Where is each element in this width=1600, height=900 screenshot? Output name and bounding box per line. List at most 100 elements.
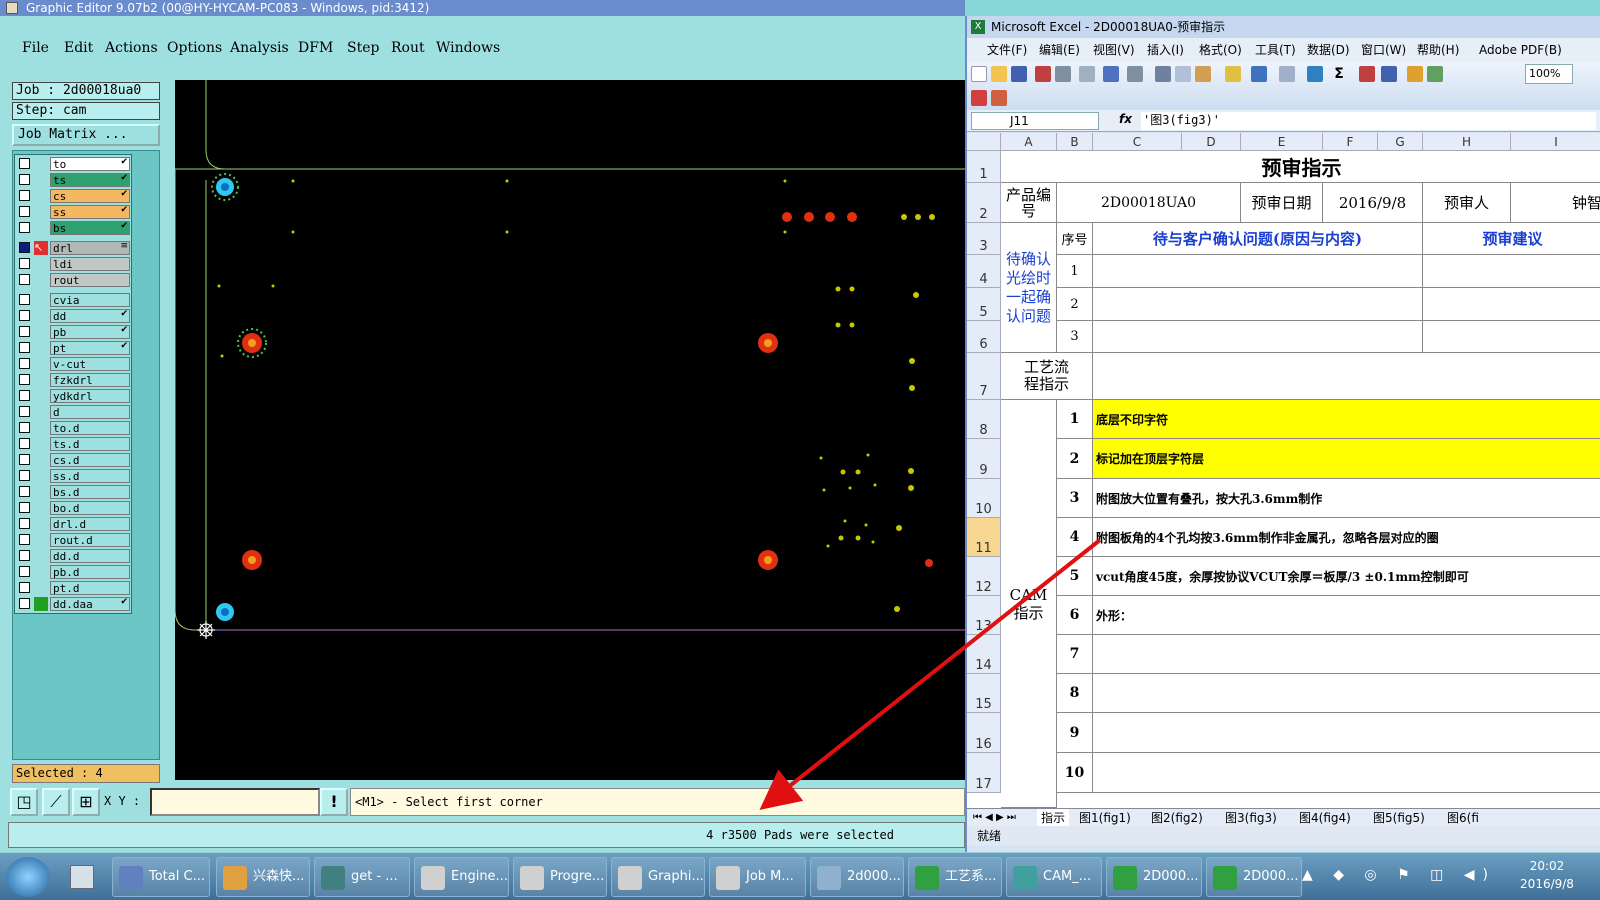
xy-input[interactable] [150,788,320,816]
layer-row-pt[interactable]: pt ✔ [17,341,131,355]
layer-affected-slot[interactable] [34,565,48,579]
layer-checkbox[interactable] [19,518,30,529]
tab-sheet-5[interactable]: 图5(fig5) [1373,809,1425,826]
select-all-corner[interactable] [967,133,1001,151]
menu-file[interactable]: File [22,40,49,56]
tab-sheet-3[interactable]: 图3(fig3) [1225,809,1277,826]
taskbar-item[interactable]: Job M... [709,857,806,897]
layer-row-drl-d[interactable]: drl.d [17,517,131,531]
layer-affected-slot[interactable] [34,469,48,483]
cam-row-text[interactable] [1093,753,1600,793]
xl-menu-adobe[interactable]: Adobe PDF(B) [1479,38,1562,62]
cam-row-text[interactable] [1093,713,1600,753]
clock[interactable]: 20:02 2016/9/8 [1502,857,1592,893]
layer-affected-slot[interactable] [34,221,48,235]
layer-checkbox[interactable] [19,534,30,545]
col-header-c[interactable]: C [1093,133,1182,151]
layer-affected-slot[interactable] [34,205,48,219]
layer-affected-slot[interactable] [34,517,48,531]
row-header-11[interactable]: 11 [967,518,1001,557]
open-icon[interactable] [991,66,1007,82]
layer-checkbox[interactable] [19,598,30,609]
row-header-5[interactable]: 5 [967,288,1001,321]
layer-checkbox[interactable] [19,438,30,449]
layer-checkbox[interactable] [19,582,30,593]
row-header-12[interactable]: 12 [967,557,1001,596]
layer-row-cs[interactable]: cs ✔ [17,189,131,203]
cam-row-text[interactable]: 标记加在顶层字符层 [1093,439,1600,479]
layer-affected-slot[interactable] [34,257,48,271]
start-button[interactable] [6,857,50,897]
layer-affected-slot[interactable] [34,389,48,403]
new-icon[interactable] [971,66,987,82]
cam-row-text[interactable]: 附图板角的4个孔均按3.6mm制作非金属孔，忽略各层对应的圈 [1093,518,1600,557]
sort-asc-icon[interactable] [1359,66,1375,82]
menu-dfm[interactable]: DFM [298,40,333,56]
issue-header[interactable]: 待与客户确认问题(原因与内容) [1093,223,1423,255]
layer-affected-slot[interactable] [34,273,48,287]
layer-name[interactable]: rout [50,273,130,287]
row-header-3[interactable]: 3 [967,223,1001,255]
taskbar-item[interactable]: Progre... [513,857,607,897]
cam-row-no[interactable]: 7 [1057,635,1093,674]
layer-name[interactable]: rout.d [50,533,130,547]
layer-row-ss-d[interactable]: ss.d [17,469,131,483]
row-header-17[interactable]: 17 [967,753,1001,793]
layer-affected-slot[interactable] [34,485,48,499]
undo-icon[interactable] [1251,66,1267,82]
grid-tool-button[interactable]: ⊞ [72,788,100,816]
layer-name[interactable]: ts [50,173,130,187]
layer-checkbox[interactable] [19,190,30,201]
layer-name[interactable]: ydkdrl [50,389,130,403]
layer-row-drl[interactable]: ↖ drl ≡ [17,241,131,255]
format-painter-icon[interactable] [1225,66,1241,82]
row-header-9[interactable]: 9 [967,439,1001,479]
layer-affected-slot[interactable] [34,293,48,307]
taskbar-item[interactable]: 兴森快... [216,857,310,897]
layer-affected-slot[interactable] [34,173,48,187]
pdf-email-icon[interactable] [991,90,1007,106]
pending-issue-3[interactable] [1093,321,1423,353]
layer-row-cs-d[interactable]: cs.d [17,453,131,467]
row-header-7[interactable]: 7 [967,353,1001,400]
menu-actions[interactable]: Actions [105,40,158,56]
layer-affected-slot[interactable] [34,405,48,419]
layer-name[interactable]: cs [50,189,130,203]
layer-name[interactable]: bs [50,221,130,235]
layer-checkbox[interactable] [19,502,30,513]
sort-desc-icon[interactable] [1381,66,1397,82]
taskbar-item[interactable]: Total C... [112,857,210,897]
paste-icon[interactable] [1195,66,1211,82]
layer-row-ts-d[interactable]: ts.d [17,437,131,451]
layer-affected-slot[interactable] [34,357,48,371]
layer-name[interactable]: pt [50,341,130,355]
xl-menu-file[interactable]: 文件(F) [987,38,1027,62]
cam-row-text[interactable] [1093,674,1600,713]
tab-sheet-6[interactable]: 图6(fi [1447,809,1479,826]
cam-row-no[interactable]: 1 [1057,400,1093,439]
taskbar-item[interactable]: 2d000... [810,857,904,897]
date-label[interactable]: 预审日期 [1241,183,1323,223]
product-label[interactable]: 产品编号 [1001,183,1057,223]
hyperlink-icon[interactable] [1307,66,1323,82]
cam-row-text[interactable]: 附图放大位置有叠孔，按大孔3.6mm制作 [1093,479,1600,518]
suggest-header[interactable]: 预审建议 [1423,223,1600,255]
layer-name[interactable]: ldi [50,257,130,271]
layer-checkbox[interactable] [19,374,30,385]
layer-affected-slot[interactable] [34,309,48,323]
print-preview-icon[interactable] [1079,66,1095,82]
xl-menu-data[interactable]: 数据(D) [1307,38,1350,62]
layer-affected-slot[interactable] [34,549,48,563]
layer-row-ts[interactable]: ts ✔ [17,173,131,187]
zoom-select[interactable]: 100% [1525,64,1573,84]
taskbar-item[interactable]: 2D000... [1206,857,1302,897]
cam-row-text[interactable]: 外形： [1093,596,1600,635]
cam-label[interactable]: CAM指示 [1001,400,1057,808]
cam-row-no[interactable]: 9 [1057,713,1093,753]
layer-name[interactable]: ts.d [50,437,130,451]
spreadsheet-grid[interactable]: A B C D E F G H I 预审指示 产品编号 2D00018UA0 预… [967,133,1600,808]
taskbar-item[interactable]: CAM_... [1006,857,1102,897]
row-header-13[interactable]: 13 [967,596,1001,635]
layer-row-fzkdrl[interactable]: fzkdrl [17,373,131,387]
formula-input[interactable]: '图3(fig3)' [1141,112,1596,130]
